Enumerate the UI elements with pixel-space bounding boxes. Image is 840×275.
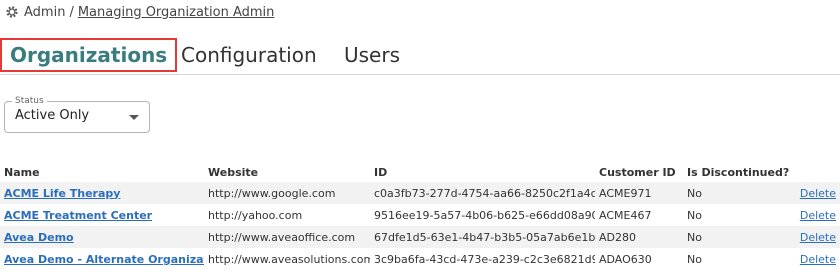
org-website: http://www.aveaoffice.com	[204, 226, 370, 248]
breadcrumb: Admin / Managing Organization Admin	[5, 3, 274, 21]
status-filter-value: Active Only	[15, 108, 90, 123]
tab-users[interactable]: Users	[344, 38, 400, 72]
chevron-down-icon[interactable]	[129, 115, 139, 120]
org-website: http://www.aveasolutions.com/	[208, 252, 370, 266]
org-id: c0a3fb73-277d-4754-aa66-8250c2f1a4cc	[370, 182, 595, 204]
status-filter-label: Status	[12, 94, 47, 108]
tab-bar: Organizations Configuration Users	[0, 38, 840, 75]
table-row: Avea Demo http://www.aveaoffice.com 67df…	[0, 226, 840, 248]
status-filter-select[interactable]: Status Active Only	[4, 94, 150, 133]
table-header-row: Name Website ID Customer ID Is Discontin…	[0, 162, 840, 182]
organizations-table: Name Website ID Customer ID Is Discontin…	[0, 162, 840, 270]
org-discontinued: No	[683, 182, 785, 204]
org-id: 9516ee19-5a57-4b06-b625-e66dd08a900d	[374, 208, 595, 222]
delete-link[interactable]: Delete	[800, 253, 836, 266]
column-header-customer-id: Customer ID	[599, 165, 676, 179]
column-header-actions	[785, 162, 840, 182]
org-name-link[interactable]: ACME Treatment Center	[4, 209, 152, 222]
org-name-link[interactable]: Avea Demo - Alternate Organization	[4, 253, 204, 266]
tab-organizations[interactable]: Organizations	[0, 38, 178, 72]
table-row: ACME Life Therapy http://www.google.com …	[0, 182, 840, 204]
table-row: ACME Treatment Center http://yahoo.com 9…	[0, 204, 840, 226]
breadcrumb-root: Admin	[24, 4, 66, 20]
org-customer-id: AD280	[595, 226, 683, 248]
org-name-link[interactable]: ACME Life Therapy	[4, 187, 120, 200]
column-header-website: Website	[208, 165, 259, 179]
gear-icon	[6, 6, 18, 18]
delete-link[interactable]: Delete	[800, 209, 836, 222]
table-row: Avea Demo - Alternate Organization http:…	[0, 248, 840, 270]
org-discontinued: No	[683, 226, 785, 248]
org-id: 67dfe1d5-63e1-4b47-b3b5-05a7ab6e1bf6	[370, 226, 595, 248]
column-header-name: Name	[4, 165, 40, 179]
org-customer-id: ADAO630	[599, 252, 652, 266]
org-discontinued: No	[687, 208, 702, 222]
org-customer-id: ACME467	[599, 208, 652, 222]
org-website: http://yahoo.com	[208, 208, 303, 222]
org-name-link[interactable]: Avea Demo	[4, 231, 74, 244]
column-header-id: ID	[374, 165, 388, 179]
delete-link[interactable]: Delete	[800, 231, 836, 244]
org-discontinued: No	[687, 252, 702, 266]
org-customer-id: ACME971	[595, 182, 683, 204]
column-header-discontinued: Is Discontinued?	[687, 165, 790, 179]
org-website: http://www.google.com	[204, 182, 370, 204]
breadcrumb-current-link[interactable]: Managing Organization Admin	[78, 5, 275, 20]
breadcrumb-separator: /	[69, 4, 74, 20]
tab-configuration[interactable]: Configuration	[181, 38, 317, 72]
delete-link[interactable]: Delete	[800, 187, 836, 200]
org-id: 3c9ba6fa-43cd-473e-a239-c2c3e6821d9f	[374, 252, 595, 266]
